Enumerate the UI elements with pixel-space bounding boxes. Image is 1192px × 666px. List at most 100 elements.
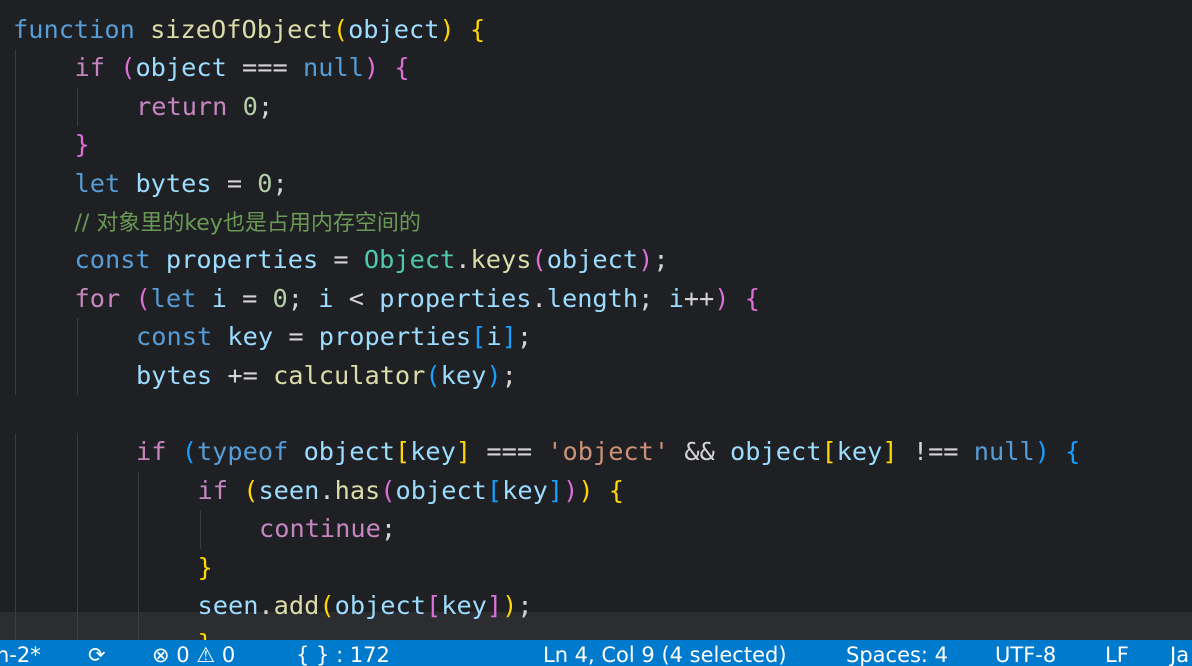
code-line[interactable]: } (198, 549, 213, 587)
code-token: ; (501, 360, 517, 390)
code-line[interactable]: for (let i = 0; i < properties.length; i… (75, 280, 761, 318)
indent-guide (138, 587, 139, 626)
code-token: { (744, 283, 760, 313)
code-token: } (197, 552, 213, 582)
cursor-position[interactable]: Ln 4, Col 9 (4 selected) (543, 642, 787, 666)
code-token: seen (258, 475, 320, 505)
end-of-line[interactable]: LF (1105, 642, 1129, 666)
indent-guide (76, 433, 78, 472)
indent-guide (15, 279, 16, 319)
code-token: seen (197, 591, 259, 620)
code-token: { (469, 15, 486, 44)
code-token: key (440, 360, 487, 390)
code-token: typeof (196, 437, 289, 467)
code-line[interactable]: const key = properties[i]; (136, 318, 532, 356)
code-token: let (150, 283, 197, 313)
code-token: ( (181, 437, 197, 467)
code-token: 'object' (547, 437, 670, 467)
indent-guide (76, 510, 78, 549)
code-token: < (333, 283, 380, 313)
warning-triangle-icon: ⚠ (196, 643, 216, 666)
code-line[interactable]: return 0; (136, 88, 273, 126)
code-token: continue (259, 514, 381, 544)
code-line[interactable]: continue; (259, 510, 396, 548)
code-token: Object (363, 245, 456, 275)
indent-guide (15, 625, 16, 640)
indent-guide (138, 471, 139, 511)
code-token: += (212, 360, 274, 390)
code-token: ) (578, 475, 594, 505)
code-line[interactable]: if (object === null) { (75, 49, 410, 87)
code-token: === (471, 437, 548, 467)
code-token: ( (425, 360, 441, 390)
git-branch[interactable]: n-2* (0, 642, 41, 666)
code-token: let (74, 168, 121, 198)
code-token: object (730, 437, 822, 467)
code-token: ; (517, 591, 533, 620)
code-line[interactable]: // 对象里的key也是占用内存空间的 (75, 203, 421, 241)
code-token: ( (531, 245, 547, 275)
indent-guide (15, 471, 16, 511)
indent-guide (76, 548, 78, 587)
code-line[interactable]: } (75, 126, 90, 164)
code-token: ( (120, 53, 136, 83)
indent-guide (76, 356, 78, 395)
code-token: ( (135, 283, 151, 313)
code-token: } (74, 130, 90, 160)
code-editor[interactable]: function sizeOfObject(object) {if (objec… (0, 0, 1192, 640)
code-token: function (13, 15, 135, 44)
code-line[interactable]: seen.add(object[key]); (198, 587, 533, 625)
code-token: !== (897, 437, 974, 467)
language-mode[interactable]: Ja (1170, 642, 1189, 666)
indent-guide (15, 510, 16, 549)
code-token: 0 (272, 283, 288, 313)
code-token: return (136, 91, 228, 121)
status-bar: n-2* ⟳ ⊗ 0 ⚠ 0 { } : 172 Ln 4, Col 9 (4 … (0, 640, 1192, 666)
code-token: object (303, 437, 395, 467)
code-token: ) (1034, 437, 1050, 467)
code-line[interactable]: if (typeof object[key] === 'object' && o… (136, 433, 1080, 471)
code-token: properties (165, 245, 319, 275)
code-line[interactable]: let bytes = 0; (75, 165, 288, 203)
code-token: properties (318, 322, 472, 352)
code-token: if (136, 437, 167, 467)
code-token: has (334, 475, 381, 505)
code-token: properties (379, 283, 532, 313)
code-line[interactable]: bytes += calculator(key); (136, 357, 517, 395)
code-token: ( (243, 475, 259, 505)
indent-guide (15, 548, 16, 587)
indent-guide (15, 587, 16, 626)
code-line[interactable]: if (seen.has(object[key])) { (198, 472, 625, 510)
code-token: = (273, 322, 319, 352)
code-token: ( (332, 15, 349, 44)
code-token: ) (714, 283, 730, 313)
code-token: i (211, 283, 227, 313)
code-token: // 对象里的key也是占用内存空间的 (74, 211, 421, 236)
symbol-count[interactable]: { } : 172 (296, 642, 390, 666)
code-token: . (258, 591, 274, 620)
code-token: ++ (683, 283, 715, 313)
code-token: { (1065, 437, 1081, 467)
indent-guide (15, 433, 16, 472)
code-token: add (273, 591, 320, 620)
code-token: ) (486, 360, 502, 390)
code-token: { (608, 475, 625, 505)
code-token: bytes (136, 360, 213, 390)
code-line[interactable]: } (198, 625, 213, 640)
file-encoding[interactable]: UTF-8 (995, 642, 1056, 666)
code-line[interactable]: const properties = Object.keys(object); (75, 241, 669, 279)
problems-indicator[interactable]: ⊗ 0 ⚠ 0 (152, 642, 235, 666)
sync-icon[interactable]: ⟳ (88, 642, 106, 666)
indentation-setting[interactable]: Spaces: 4 (846, 642, 948, 666)
code-token: ; (287, 283, 319, 313)
code-line[interactable]: function sizeOfObject(object) { (13, 11, 485, 49)
indent-guide (76, 587, 78, 626)
